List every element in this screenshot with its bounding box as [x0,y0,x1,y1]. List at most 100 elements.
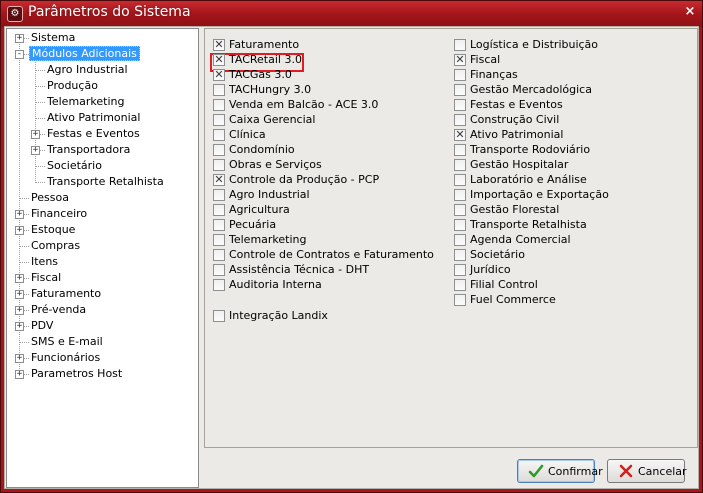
unchecked-box-icon[interactable] [454,39,466,51]
unchecked-box-icon[interactable] [213,249,225,261]
tree-item[interactable]: + Financeiro [7,206,197,222]
tree-connector [35,166,45,167]
expand-icon[interactable]: + [15,290,24,299]
tree-item-label: Produção [47,79,98,92]
tree-item[interactable]: + Estoque [7,222,197,238]
tree-subitem[interactable]: Ativo Patrimonial [7,110,197,126]
expand-icon[interactable]: + [15,370,24,379]
cancel-button[interactable]: Cancelar [607,459,687,483]
unchecked-box-icon[interactable] [454,174,466,186]
module-label: Fuel Commerce [470,293,556,306]
tree-item[interactable]: + Faturamento [7,286,197,302]
unchecked-box-icon[interactable] [213,84,225,96]
tree-subitem[interactable]: Societário [7,158,197,174]
unchecked-box-icon[interactable] [454,279,466,291]
unchecked-box-icon[interactable] [454,294,466,306]
tree-item-label: Itens [31,255,59,268]
title-bar[interactable]: ⚙ Parâmetros do Sistema × [1,1,702,27]
unchecked-box-icon[interactable] [213,219,225,231]
tree-item[interactable]: + Sistema [7,30,197,46]
unchecked-box-icon[interactable] [213,129,225,141]
module-label: Festas e Eventos [470,98,563,111]
unchecked-box-icon[interactable] [213,99,225,111]
checked-box-icon[interactable]: ✕ [454,54,466,66]
unchecked-box-icon[interactable] [454,189,466,201]
tree-item[interactable]: - Módulos Adicionais [7,46,197,62]
unchecked-box-icon[interactable] [454,99,466,111]
settings-tree[interactable]: + Sistema - Módulos Adicionais Agro Industri… [6,28,199,488]
tree-item-label: Societário [47,159,102,172]
unchecked-box-icon[interactable] [454,84,466,96]
unchecked-box-icon[interactable] [213,159,225,171]
tree-item[interactable]: Itens [7,254,197,270]
expand-icon[interactable]: + [15,210,24,219]
tree-subitem[interactable]: + Transportadora [7,142,197,158]
unchecked-box-icon[interactable] [454,219,466,231]
close-button[interactable]: × [678,1,702,23]
unchecked-box-icon[interactable] [454,159,466,171]
unchecked-box-icon[interactable] [213,204,225,216]
module-label: Laboratório e Análise [470,173,587,186]
tree-item-label: Telemarketing [47,95,125,108]
cross-icon [619,464,633,478]
collapse-icon[interactable]: - [15,50,24,59]
unchecked-box-icon[interactable] [213,310,225,322]
tree-item-label: Agro Industrial [47,63,128,76]
module-label: Gestão Florestal [470,203,560,216]
checked-box-icon[interactable]: ✕ [454,129,466,141]
tree-subitem[interactable]: Agro Industrial [7,62,197,78]
expand-icon[interactable]: + [15,322,24,331]
checked-box-icon[interactable]: ✕ [213,54,225,66]
tree-subitem[interactable]: + Festas e Eventos [7,126,197,142]
checked-box-icon[interactable]: ✕ [213,174,225,186]
tree-subitem[interactable]: Produção [7,78,197,94]
expand-icon[interactable]: + [15,34,24,43]
window-title: Parâmetros do Sistema [28,4,191,20]
unchecked-box-icon[interactable] [213,189,225,201]
expand-icon[interactable]: + [15,306,24,315]
tree-item-label: Funcionários [31,351,101,364]
tree-item[interactable]: Compras [7,238,197,254]
tree-connector [35,118,45,119]
expand-icon[interactable]: + [15,274,24,283]
tree-item[interactable]: Pessoa [7,190,197,206]
unchecked-box-icon[interactable] [213,264,225,276]
unchecked-box-icon[interactable] [454,144,466,156]
tree-item[interactable]: + Parametros Host [7,366,197,382]
expand-icon[interactable]: + [15,354,24,363]
unchecked-box-icon[interactable] [454,234,466,246]
module-label: Pecuária [229,218,277,231]
tree-item[interactable]: + Fiscal [7,270,197,286]
tree-item-label: PDV [31,319,54,332]
module-label: Clínica [229,128,266,141]
expand-icon[interactable]: + [15,226,24,235]
unchecked-box-icon[interactable] [454,264,466,276]
dialog-body: + Sistema - Módulos Adicionais Agro Industri… [4,26,699,489]
tree-subitem[interactable]: Telemarketing [7,94,197,110]
checked-box-icon[interactable]: ✕ [213,39,225,51]
module-label: TACHungry 3.0 [229,83,312,96]
unchecked-box-icon[interactable] [454,69,466,81]
tree-subitem[interactable]: Transporte Retalhista [7,174,197,190]
tree-item[interactable]: + Funcionários [7,350,197,366]
expand-icon[interactable]: + [31,146,40,155]
tree-connector [35,182,45,183]
unchecked-box-icon[interactable] [454,114,466,126]
module-label: Finanças [470,68,518,81]
tree-item[interactable]: + PDV [7,318,197,334]
tree-connector [35,70,45,71]
module-label: Faturamento [229,38,300,51]
module-label: Integração Landix [229,309,328,322]
expand-icon[interactable]: + [31,130,40,139]
unchecked-box-icon[interactable] [454,204,466,216]
module-label: Gestão Mercadológica [470,83,592,96]
checked-box-icon[interactable]: ✕ [213,69,225,81]
unchecked-box-icon[interactable] [454,249,466,261]
unchecked-box-icon[interactable] [213,234,225,246]
tree-item[interactable]: + Pré-venda [7,302,197,318]
unchecked-box-icon[interactable] [213,114,225,126]
tree-item[interactable]: SMS e E-mail [7,334,197,350]
unchecked-box-icon[interactable] [213,279,225,291]
confirm-button[interactable]: Confirmar [517,459,603,483]
unchecked-box-icon[interactable] [213,144,225,156]
